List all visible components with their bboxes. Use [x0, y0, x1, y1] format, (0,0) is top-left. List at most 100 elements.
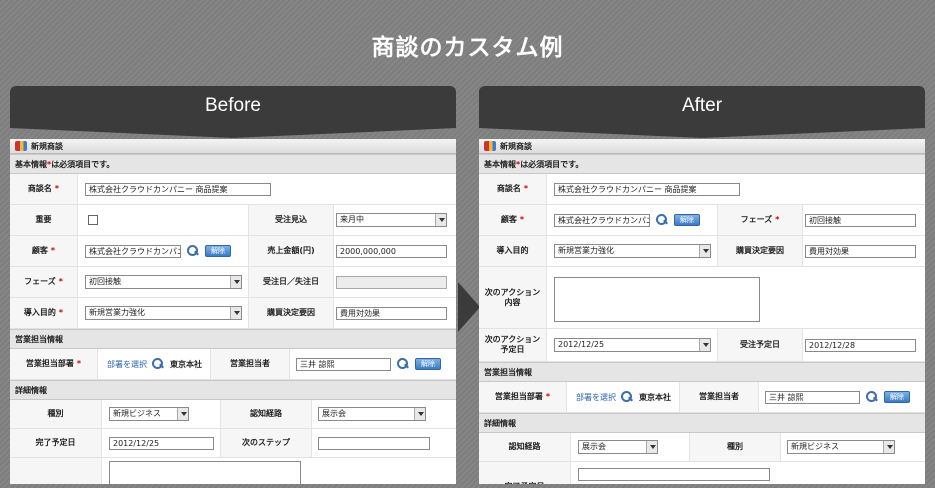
due-label: 完了予定日 — [10, 429, 102, 457]
form-row: 認知経路 展示会 種別 新規ビジネス — [479, 433, 925, 462]
right-arrow-icon — [458, 282, 480, 332]
next-action-date-select[interactable]: 2012/12/25 — [554, 338, 711, 352]
required-note: は必須項目です。 — [520, 159, 584, 169]
search-icon[interactable] — [656, 214, 668, 226]
after-form-panel: 新規商談 基本情報 * は必須項目です。 商談名 * 株式会社クラウドカンパニー 商… — [479, 139, 925, 484]
search-icon[interactable] — [621, 391, 633, 403]
customer-label: 顧客 * — [10, 236, 78, 266]
clear-button[interactable]: 解除 — [205, 245, 231, 257]
dept-value: 東京本社 — [639, 393, 671, 402]
chevron-down-icon — [699, 339, 710, 351]
form-row: 商談名 * 株式会社クラウドカンパニー 商品提案 — [10, 174, 456, 205]
sales-amount-input[interactable]: 2000,000,000 — [336, 245, 447, 258]
phase-label: フェーズ * — [717, 205, 803, 235]
type-label: 種別 — [689, 433, 781, 461]
purchase-factor-input[interactable]: 費用対効果 — [805, 245, 916, 258]
chevron-down-icon — [883, 441, 894, 453]
chevron-down-icon — [414, 408, 425, 420]
before-banner: Before — [10, 86, 456, 138]
next-step-input[interactable] — [318, 437, 430, 450]
window-title: 新規商談 — [31, 141, 63, 151]
form-row — [10, 458, 456, 484]
type-select[interactable]: 新規ビジネス — [109, 407, 189, 421]
purpose-select[interactable]: 新規営業力強化 — [554, 244, 711, 258]
sales-section-header: 営業担当情報 — [479, 362, 925, 382]
important-checkbox[interactable] — [88, 215, 98, 225]
customer-label: 顧客 * — [479, 205, 547, 235]
next-step-label: 次のステップ — [220, 429, 312, 457]
person-input[interactable]: 三井 諒熙 — [296, 358, 391, 371]
order-due-label: 受注予定日 — [717, 329, 803, 361]
clear-button[interactable]: 解除 — [884, 391, 910, 403]
form-row: フェーズ * 初回接触 受注日／失注日 — [10, 267, 456, 298]
phase-input[interactable]: 初回接触 — [805, 214, 916, 227]
search-icon[interactable] — [397, 358, 409, 370]
form-row: 営業担当部署 * 部署を選択 東京本社 営業担当者 三井 諒熙 解除 — [10, 349, 456, 380]
due-label: 完了予定日 — [479, 462, 571, 484]
channel-select[interactable]: 展示会 — [318, 407, 426, 421]
form-row: 顧客 * 株式会社クラウドカンパニ 解除 売上金額(円) 2000,000,000 — [10, 236, 456, 267]
deal-name-input[interactable]: 株式会社クラウドカンパニー 商品提案 — [554, 183, 740, 196]
form-row: 次のアクション予定日 2012/12/25 受注予定日 2012/12/28 — [479, 329, 925, 362]
row-label — [10, 458, 102, 484]
form-row: 次のアクション内容 — [479, 267, 925, 329]
search-icon[interactable] — [187, 245, 199, 257]
person-input[interactable]: 三井 諒熙 — [765, 391, 860, 404]
channel-label: 認知経路 — [479, 433, 571, 461]
before-label: Before — [205, 95, 261, 116]
sales-amount-label: 売上金額(円) — [248, 236, 334, 266]
detail-section-header: 詳細情報 — [10, 380, 456, 400]
next-action-label: 次のアクション内容 — [479, 267, 547, 328]
app-logo-icon — [484, 141, 496, 151]
type-label: 種別 — [10, 400, 102, 428]
purpose-select[interactable]: 新規営業力強化 — [85, 306, 242, 320]
after-banner: After — [479, 86, 925, 138]
due-input[interactable]: 2012/12/25 — [109, 437, 214, 450]
chevron-down-icon — [646, 441, 657, 453]
clear-button[interactable]: 解除 — [415, 358, 441, 370]
search-icon[interactable] — [866, 391, 878, 403]
clear-button[interactable]: 解除 — [674, 214, 700, 226]
chevron-down-icon — [177, 408, 188, 420]
form-row: 導入目的 * 新規営業力強化 購買決定要因 費用対効果 — [10, 298, 456, 329]
form-row: 完了予定日 — [479, 462, 925, 484]
before-form-panel: 新規商談 基本情報 * は必須項目です。 商談名 * 株式会社クラウドカンパニー 商… — [10, 139, 456, 484]
basic-info-header: 基本情報 * は必須項目です。 — [479, 154, 925, 174]
select-dept-link[interactable]: 部署を選択 — [576, 392, 616, 403]
form-row: 重要 受注見込 来月中 — [10, 205, 456, 236]
purpose-label: 導入目的 — [479, 236, 547, 266]
form-row: 顧客 * 株式会社クラウドカンパニ 解除 フェーズ * 初回接触 — [479, 205, 925, 236]
purpose-label: 導入目的 * — [10, 298, 78, 328]
channel-select[interactable]: 展示会 — [578, 440, 658, 454]
next-action-textarea[interactable] — [554, 277, 760, 322]
next-action-date-label: 次のアクション予定日 — [479, 329, 547, 361]
person-label: 営業担当者 — [679, 382, 759, 412]
search-icon[interactable] — [152, 358, 164, 370]
order-forecast-select[interactable]: 来月中 — [336, 213, 447, 227]
detail-section-header: 詳細情報 — [479, 413, 925, 433]
form-row: 営業担当部署 * 部署を選択 東京本社 営業担当者 三井 諒熙 解除 — [479, 382, 925, 413]
deal-name-label: 商談名 * — [10, 174, 78, 204]
order-due-input[interactable]: 2012/12/28 — [805, 339, 916, 352]
required-note: は必須項目です。 — [51, 159, 115, 169]
customer-input[interactable]: 株式会社クラウドカンパニ — [554, 214, 650, 227]
textarea[interactable] — [109, 461, 301, 484]
select-dept-link[interactable]: 部署を選択 — [107, 359, 147, 370]
chevron-down-icon — [435, 214, 446, 226]
customer-input[interactable]: 株式会社クラウドカンパニ — [85, 245, 181, 258]
window-title-bar: 新規商談 — [479, 139, 925, 154]
phase-select[interactable]: 初回接触 — [85, 275, 242, 289]
window-title: 新規商談 — [500, 141, 532, 151]
chevron-down-icon — [230, 276, 241, 288]
due-input[interactable] — [578, 468, 770, 481]
order-date-input[interactable] — [336, 276, 447, 289]
deal-name-input[interactable]: 株式会社クラウドカンパニー 商品提案 — [85, 183, 271, 196]
sales-section-header: 営業担当情報 — [10, 329, 456, 349]
form-row: 導入目的 新規営業力強化 購買決定要因 費用対効果 — [479, 236, 925, 267]
purchase-factor-label: 購買決定要因 — [248, 298, 334, 328]
basic-info-label: 基本情報 — [484, 159, 516, 169]
purchase-factor-input[interactable]: 費用対効果 — [336, 307, 447, 320]
order-date-label: 受注日／失注日 — [248, 267, 334, 297]
phase-label: フェーズ * — [10, 267, 78, 297]
type-select[interactable]: 新規ビジネス — [787, 440, 895, 454]
